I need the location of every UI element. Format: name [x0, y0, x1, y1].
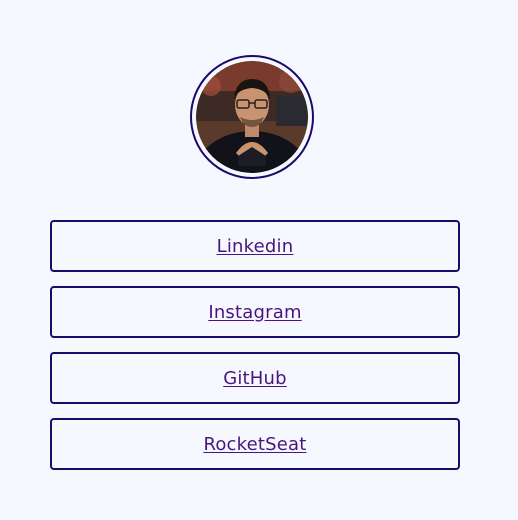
instagram-link-button[interactable]: Instagram: [50, 286, 460, 338]
linkedin-link[interactable]: Linkedin: [217, 236, 294, 257]
github-link[interactable]: GitHub: [223, 368, 287, 389]
linkedin-link-button[interactable]: Linkedin: [50, 220, 460, 272]
avatar-ring: [190, 55, 314, 179]
links-list: Linkedin Instagram GitHub RocketSeat: [50, 220, 460, 484]
rocketseat-link-button[interactable]: RocketSeat: [50, 418, 460, 470]
rocketseat-link[interactable]: RocketSeat: [203, 434, 306, 455]
github-link-button[interactable]: GitHub: [50, 352, 460, 404]
instagram-link[interactable]: Instagram: [208, 302, 301, 323]
avatar: [196, 61, 308, 173]
